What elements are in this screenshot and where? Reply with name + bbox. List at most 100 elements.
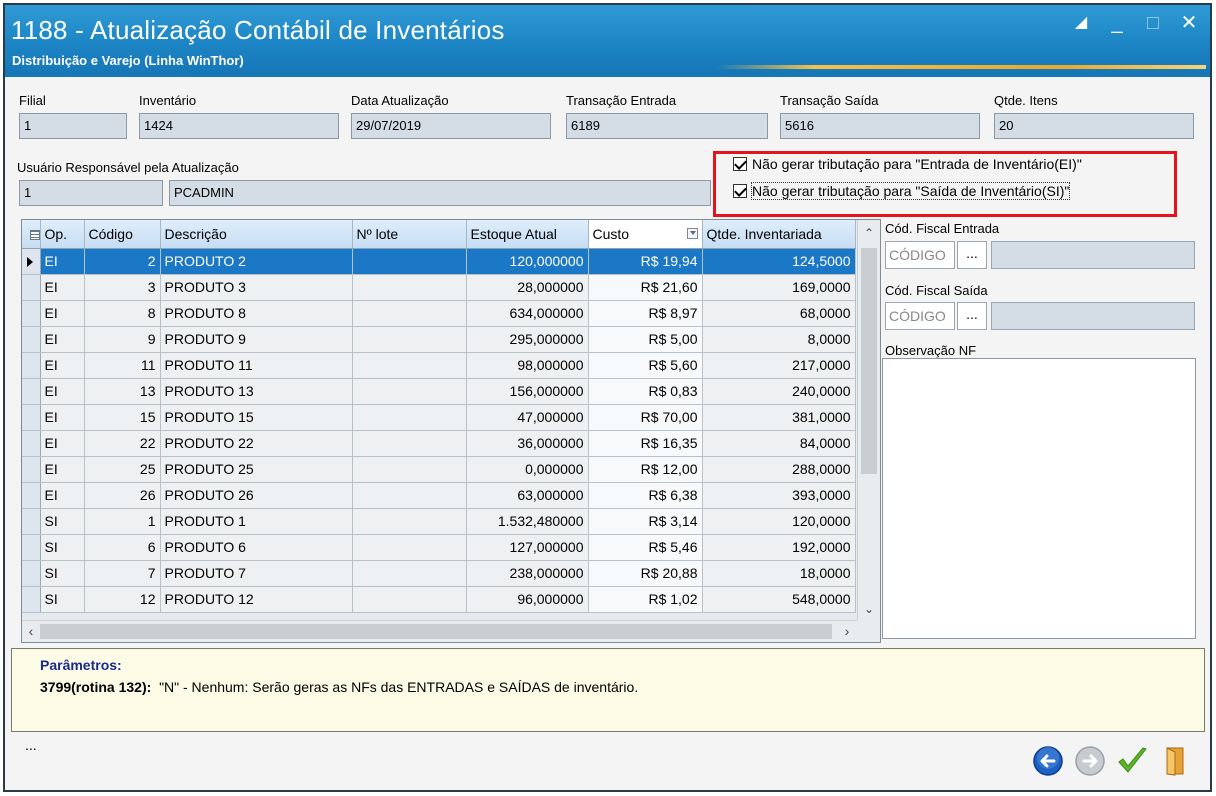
cell-qtde[interactable]: 217,0000 <box>702 352 856 379</box>
table-row[interactable]: EI 8 PRODUTO 8 634,000000 R$ 8,97 68,0000 <box>22 300 856 327</box>
table-row[interactable]: SI 7 PRODUTO 7 238,000000 R$ 20,88 18,0000 <box>22 560 856 587</box>
row-indicator[interactable] <box>22 300 41 327</box>
cell-op[interactable]: EI <box>40 378 85 405</box>
row-indicator[interactable] <box>22 482 41 509</box>
cod-fiscal-entrada-input[interactable]: CÓDIGO <box>885 241 955 269</box>
table-row[interactable]: EI 22 PRODUTO 22 36,000000 R$ 16,35 84,0000 <box>22 430 856 457</box>
scroll-up-icon[interactable]: ⌃ <box>858 222 880 244</box>
cell-qtde[interactable]: 381,0000 <box>702 404 856 431</box>
transacao-entrada-field[interactable]: 6189 <box>566 113 768 139</box>
cod-fiscal-entrada-lookup-button[interactable]: ... <box>957 241 987 269</box>
horizontal-scrollbar[interactable]: ‹ › <box>22 620 858 642</box>
cell-lote[interactable] <box>352 482 467 509</box>
cell-codigo[interactable]: 8 <box>84 300 161 327</box>
cell-op[interactable]: EI <box>40 430 85 457</box>
cell-qtde[interactable]: 124,5000 <box>702 248 856 275</box>
cell-estoque[interactable]: 28,000000 <box>466 274 589 301</box>
inventario-field[interactable]: 1424 <box>139 113 339 139</box>
cell-custo[interactable]: R$ 5,46 <box>588 534 703 561</box>
cell-codigo[interactable]: 13 <box>84 378 161 405</box>
observacao-textarea[interactable] <box>882 358 1196 639</box>
cell-codigo[interactable]: 25 <box>84 456 161 483</box>
inventory-grid[interactable]: Op. Código Descrição Nº lote Estoque Atu… <box>21 219 881 643</box>
table-row[interactable]: EI 2 PRODUTO 2 120,000000 R$ 19,94 124,5000 <box>22 248 856 275</box>
si-checkbox[interactable] <box>733 184 747 198</box>
transacao-saida-field[interactable]: 5616 <box>780 113 980 139</box>
cell-estoque[interactable]: 156,000000 <box>466 378 589 405</box>
cell-lote[interactable] <box>352 534 467 561</box>
qtde-itens-field[interactable]: 20 <box>994 113 1194 139</box>
cell-descricao[interactable]: PRODUTO 9 <box>160 326 353 353</box>
table-row[interactable]: EI 25 PRODUTO 25 0,000000 R$ 12,00 288,0000 <box>22 456 856 483</box>
cell-estoque[interactable]: 47,000000 <box>466 404 589 431</box>
cell-op[interactable]: SI <box>40 560 85 587</box>
cell-lote[interactable] <box>352 508 467 535</box>
back-icon[interactable] <box>1032 745 1064 777</box>
cell-codigo[interactable]: 1 <box>84 508 161 535</box>
cell-estoque[interactable]: 120,000000 <box>466 248 589 275</box>
row-indicator[interactable] <box>22 560 41 587</box>
table-row[interactable]: SI 12 PRODUTO 12 96,000000 R$ 1,02 548,0000 <box>22 586 856 613</box>
cell-qtde[interactable]: 18,0000 <box>702 560 856 587</box>
cell-estoque[interactable]: 36,000000 <box>466 430 589 457</box>
cell-estoque[interactable]: 634,000000 <box>466 300 589 327</box>
cell-codigo[interactable]: 2 <box>84 248 161 275</box>
cell-custo[interactable]: R$ 0,83 <box>588 378 703 405</box>
cell-descricao[interactable]: PRODUTO 15 <box>160 404 353 431</box>
cell-descricao[interactable]: PRODUTO 26 <box>160 482 353 509</box>
cell-descricao[interactable]: PRODUTO 7 <box>160 560 353 587</box>
col-estoque[interactable]: Estoque Atual <box>466 220 589 249</box>
table-row[interactable]: EI 11 PRODUTO 11 98,000000 R$ 5,60 217,0000 <box>22 352 856 379</box>
row-indicator[interactable] <box>22 586 41 613</box>
cell-lote[interactable] <box>352 430 467 457</box>
table-row[interactable]: EI 26 PRODUTO 26 63,000000 R$ 6,38 393,0000 <box>22 482 856 509</box>
cell-custo[interactable]: R$ 1,02 <box>588 586 703 613</box>
cell-custo[interactable]: R$ 8,97 <box>588 300 703 327</box>
col-custo[interactable]: Custo <box>588 220 703 249</box>
cell-qtde[interactable]: 120,0000 <box>702 508 856 535</box>
horizontal-scroll-thumb[interactable] <box>40 624 832 639</box>
option-nao-gerar-si[interactable]: Não gerar tributação para "Saída de Inve… <box>733 182 1071 200</box>
col-codigo[interactable]: Código <box>84 220 161 249</box>
cell-codigo[interactable]: 12 <box>84 586 161 613</box>
cell-codigo[interactable]: 9 <box>84 326 161 353</box>
usuario-code-field[interactable]: 1 <box>19 180 163 206</box>
exit-icon[interactable] <box>1158 745 1190 777</box>
cell-lote[interactable] <box>352 352 467 379</box>
cell-descricao[interactable]: PRODUTO 25 <box>160 456 353 483</box>
row-indicator[interactable] <box>22 326 41 353</box>
cell-qtde[interactable]: 393,0000 <box>702 482 856 509</box>
cell-codigo[interactable]: 15 <box>84 404 161 431</box>
cell-op[interactable]: SI <box>40 534 85 561</box>
table-row[interactable]: EI 13 PRODUTO 13 156,000000 R$ 0,83 240,0000 <box>22 378 856 405</box>
cell-qtde[interactable]: 169,0000 <box>702 274 856 301</box>
cell-estoque[interactable]: 238,000000 <box>466 560 589 587</box>
cell-op[interactable]: SI <box>40 586 85 613</box>
scroll-down-icon[interactable]: ⌄ <box>858 598 880 620</box>
usuario-name-field[interactable]: PCADMIN <box>169 180 711 206</box>
cod-fiscal-saida-lookup-button[interactable]: ... <box>957 302 987 330</box>
table-row[interactable]: EI 9 PRODUTO 9 295,000000 R$ 5,00 8,0000 <box>22 326 856 353</box>
cell-lote[interactable] <box>352 274 467 301</box>
cell-custo[interactable]: R$ 21,60 <box>588 274 703 301</box>
cell-op[interactable]: EI <box>40 482 85 509</box>
col-qtde[interactable]: Qtde. Inventariada <box>702 220 856 249</box>
cell-descricao[interactable]: PRODUTO 2 <box>160 248 353 275</box>
cell-descricao[interactable]: PRODUTO 13 <box>160 378 353 405</box>
cell-codigo[interactable]: 3 <box>84 274 161 301</box>
close-icon[interactable]: ✕ <box>1178 13 1200 35</box>
cell-custo[interactable]: R$ 5,60 <box>588 352 703 379</box>
cell-lote[interactable] <box>352 378 467 405</box>
cell-custo[interactable]: R$ 70,00 <box>588 404 703 431</box>
cell-custo[interactable]: R$ 5,00 <box>588 326 703 353</box>
cell-custo[interactable]: R$ 20,88 <box>588 560 703 587</box>
filial-field[interactable]: 1 <box>19 113 127 139</box>
cell-descricao[interactable]: PRODUTO 6 <box>160 534 353 561</box>
scroll-left-icon[interactable]: ‹ <box>22 621 40 642</box>
table-row[interactable]: SI 1 PRODUTO 1 1.532,480000 R$ 3,14 120,0000 <box>22 508 856 535</box>
cell-codigo[interactable]: 6 <box>84 534 161 561</box>
row-indicator[interactable] <box>22 378 41 405</box>
table-row[interactable]: EI 3 PRODUTO 3 28,000000 R$ 21,60 169,0000 <box>22 274 856 301</box>
minimize-icon[interactable]: _ <box>1106 13 1128 35</box>
vertical-scrollbar[interactable]: ⌃ ⌄ <box>857 220 880 620</box>
